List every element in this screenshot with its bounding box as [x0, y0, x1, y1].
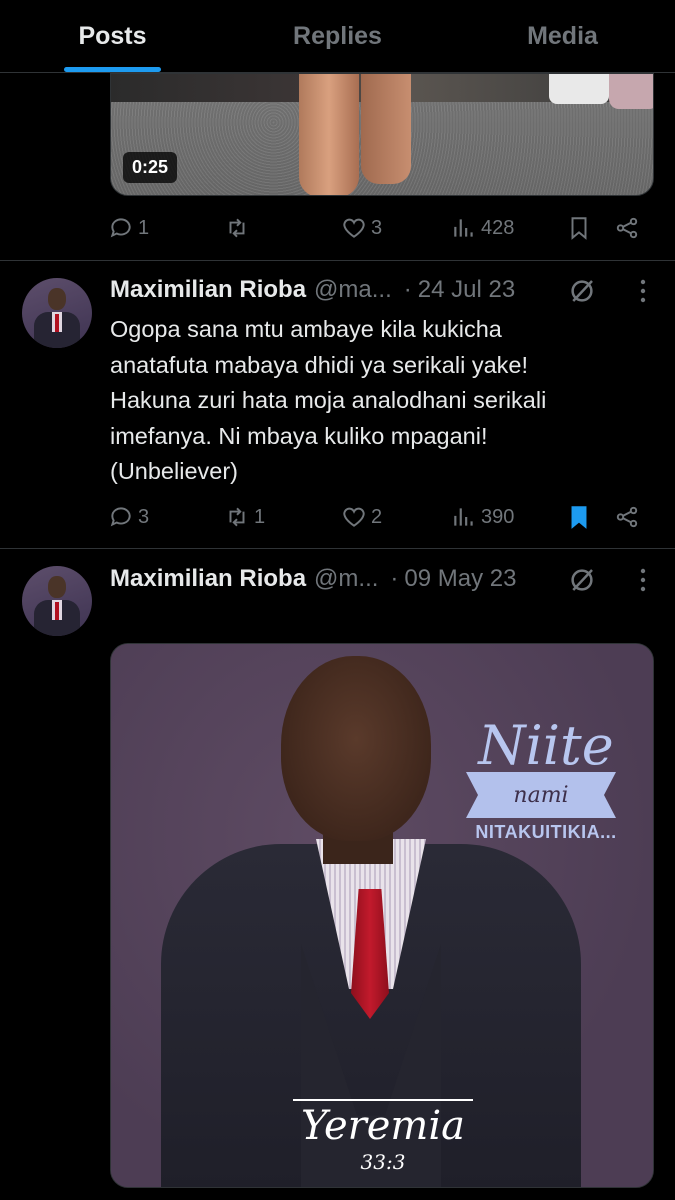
active-tab-indicator [64, 67, 161, 72]
poster-subtitle: NITAKUITIKIA... [475, 822, 617, 842]
poster-title: Niite [478, 714, 614, 777]
separator-dot: · [403, 276, 412, 303]
video-thumbnail[interactable]: 0:25 [110, 73, 654, 196]
heart-icon [343, 507, 365, 527]
post-date[interactable]: 09 May 23 [404, 565, 516, 593]
avatar[interactable] [22, 278, 92, 348]
avatar-head [48, 288, 66, 310]
like-button[interactable]: 3 [341, 215, 382, 241]
views-count: 390 [481, 505, 515, 528]
more-options-icon[interactable] [639, 567, 647, 593]
separator-dot: · [390, 565, 399, 592]
avatar-tie [55, 602, 59, 620]
reply-icon [110, 218, 131, 238]
reply-button[interactable]: 1 [108, 215, 149, 241]
bookmark-filled-icon [571, 506, 587, 529]
post-image[interactable]: Niite nami NITAKUITIKIA... Yeremia 33:3 [110, 643, 654, 1188]
reply-icon [110, 507, 131, 527]
post-header: Maximilian Rioba @m... · 09 May 23 [110, 563, 655, 595]
author-name[interactable]: Maximilian Rioba [110, 565, 306, 593]
video-object [609, 74, 653, 109]
more-options-icon[interactable] [639, 278, 647, 304]
share-icon [616, 217, 638, 239]
views-button[interactable]: 428 [451, 215, 514, 241]
avatar-tie [55, 314, 59, 332]
share-icon [616, 506, 638, 528]
poster-verse-ref: 33:3 [360, 1150, 406, 1174]
avatar[interactable] [22, 566, 92, 636]
video-duration: 0:25 [123, 152, 178, 183]
author-name[interactable]: Maximilian Rioba [110, 276, 306, 304]
grok-icon[interactable] [567, 276, 597, 306]
profile-tabs: Posts Replies Media [0, 0, 675, 73]
video-bottle [549, 74, 609, 104]
video-leg [299, 74, 359, 195]
views-button[interactable]: 390 [451, 504, 514, 530]
poster-verse-book: Yeremia [293, 1099, 473, 1149]
bookmark-icon [571, 217, 587, 240]
video-leg [361, 74, 411, 184]
post-header: Maximilian Rioba @ma... · 24 Jul 23 [110, 274, 655, 306]
reply-button[interactable]: 3 [108, 504, 149, 530]
repost-icon [229, 218, 245, 238]
divider [0, 260, 675, 261]
grok-icon[interactable] [567, 565, 597, 595]
like-count: 2 [371, 505, 383, 528]
like-count: 3 [371, 216, 383, 239]
tab-media-label: Media [527, 21, 598, 50]
post-date[interactable]: 24 Jul 23 [418, 276, 515, 304]
like-button[interactable]: 2 [341, 504, 382, 530]
divider [0, 548, 675, 549]
views-icon [454, 508, 473, 526]
bookmark-button-active[interactable] [566, 504, 592, 530]
author-handle[interactable]: @m... [314, 565, 378, 593]
repost-button[interactable]: 1 [224, 504, 265, 530]
tab-replies[interactable]: Replies [225, 0, 450, 72]
repost-count: 1 [254, 505, 266, 528]
repost-icon [229, 507, 245, 527]
post-actions: 3 1 2 390 [108, 502, 653, 532]
views-icon [454, 219, 473, 237]
share-button[interactable] [614, 504, 640, 530]
repost-button[interactable] [224, 215, 254, 241]
views-count: 428 [481, 216, 515, 239]
bookmark-button[interactable] [566, 215, 592, 241]
tab-posts-label: Posts [78, 21, 147, 50]
post-text: Ogopa sana mtu ambaye kila kukicha anata… [110, 316, 547, 484]
share-button[interactable] [614, 215, 640, 241]
reply-count: 1 [138, 216, 150, 239]
avatar-head [48, 576, 66, 598]
author-handle[interactable]: @ma... [314, 276, 392, 304]
poster-portrait-head [281, 656, 431, 841]
post-actions: 1 3 428 [108, 213, 653, 243]
tab-posts[interactable]: Posts [0, 0, 225, 72]
reply-count: 3 [138, 505, 150, 528]
tab-media[interactable]: Media [450, 0, 675, 72]
tab-replies-label: Replies [293, 21, 382, 50]
heart-icon [343, 218, 365, 238]
poster-ribbon: nami [466, 772, 616, 818]
